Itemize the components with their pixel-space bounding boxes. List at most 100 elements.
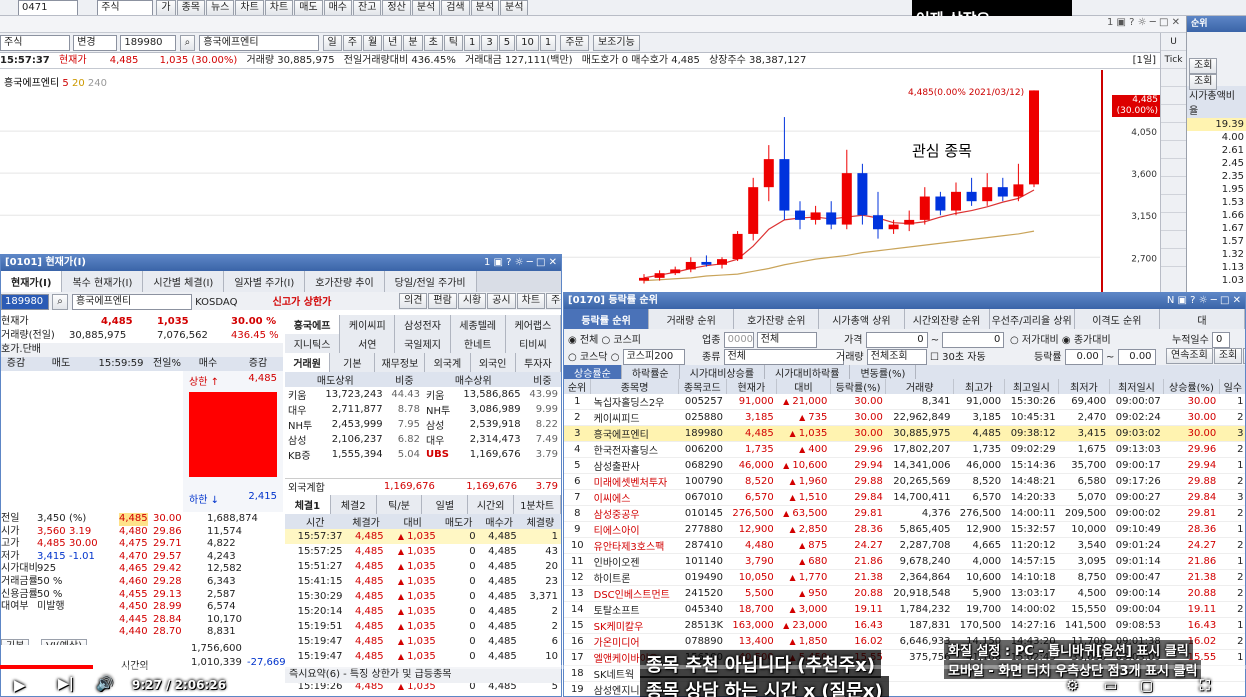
radio-kospi200[interactable]: ○ — [611, 352, 623, 363]
tool-rail-icon[interactable] — [1161, 105, 1186, 123]
period-button[interactable]: 월 — [362, 35, 383, 51]
left-tab[interactable]: 일자별 주가(I) — [224, 271, 306, 292]
rank-row[interactable]: 9 티에스아이 277880 12,900 ▲ 2,850 28.36 5,865,405 12… — [564, 522, 1245, 538]
rank-tab[interactable]: 이격도 순위 — [1074, 309, 1160, 329]
exec-row[interactable]: 15:20:14 4,485 ▲ 1,035 0 4,485 2 — [285, 604, 561, 619]
broker-stock-tab[interactable]: 국일제지 — [395, 334, 451, 353]
broker-stock-tab[interactable]: 흥국에프 — [285, 315, 341, 334]
price-from[interactable]: 0 — [865, 332, 928, 348]
broker-stock-tab[interactable]: 삼성전자 — [395, 315, 451, 334]
rank-row[interactable]: 5 삼성출판사 068290 46,000 ▲ 10,600 29.94 14,341,006… — [564, 458, 1245, 474]
tool-rail-icon[interactable] — [1161, 177, 1186, 195]
exec-tab[interactable]: 시간외 — [468, 495, 515, 514]
rank-tab[interactable]: 시가총액 상위 — [819, 309, 905, 329]
tool-rail-icon[interactable] — [1161, 195, 1186, 213]
rank-row[interactable]: 13 DSC인베스트먼트 241520 5,500 ▲ 950 20.88 20,918,54… — [564, 586, 1245, 602]
bid-row[interactable]: 거래금률 50 % 4,460 29.28 6,343 — [1, 576, 283, 589]
left-action-button[interactable]: 시황 — [457, 293, 487, 309]
tool-rail-icon[interactable]: U — [1161, 33, 1186, 51]
left-action-button[interactable]: 차트 — [516, 293, 546, 309]
broker-row[interactable]: KB증 1,555,394 5.04 UBS 1,169,676 3.79 — [285, 447, 561, 462]
tool-rail-icon[interactable] — [1161, 159, 1186, 177]
kospi200-select[interactable]: 코스피200 — [622, 349, 685, 365]
radio-low[interactable]: ○ — [1010, 335, 1019, 346]
rank-row[interactable]: 15 SK케미칼우 28513K 163,000 ▲ 23,000 16.43 187,831… — [564, 618, 1245, 634]
exec-row[interactable]: 15:41:15 4,485 ▲ 1,035 0 4,485 23 — [285, 574, 561, 589]
broker-stock-tab[interactable]: 서연 — [340, 334, 396, 353]
period-button[interactable]: 10 — [516, 35, 539, 51]
radio-kosdaq[interactable]: ○ — [568, 352, 580, 363]
period-button[interactable]: 1 — [463, 35, 481, 51]
rank-row[interactable]: 10 유안타제3호스팩 287410 4,480 ▲ 875 24.27 2,287,708 4… — [564, 538, 1245, 554]
top-button[interactable]: 분석 — [500, 0, 529, 15]
broker-stock-tab[interactable]: 케어랩스 — [505, 315, 561, 334]
settings-icon[interactable]: ⚙ — [1066, 678, 1079, 694]
bid-row[interactable]: 4,440 28.70 8,831 — [1, 626, 283, 639]
rank-row[interactable]: 7 이씨에스 067010 6,570 ▲ 1,510 29.84 14,700,411 6,5… — [564, 490, 1245, 506]
radio-close[interactable]: ◉ — [1062, 335, 1071, 346]
top-button[interactable]: 매수 — [323, 0, 353, 15]
rank-tab[interactable]: 시간외잔량 순위 — [904, 309, 990, 329]
search-icon[interactable]: ⌕ — [179, 35, 196, 51]
period-button[interactable]: 분 — [403, 35, 423, 51]
radio-kospi[interactable]: ○ — [602, 335, 614, 346]
rank-subtab[interactable]: 상승률순 — [564, 365, 622, 380]
rank-row[interactable]: 8 삼성중공우 010145 276,500 ▲ 63,500 29.81 4,376 276,… — [564, 506, 1245, 522]
exec-tab[interactable]: 체결2 — [330, 495, 377, 514]
query-button[interactable]: 조회 — [1213, 348, 1243, 364]
sector-code[interactable]: 0000 — [723, 332, 754, 348]
sector-value[interactable]: 전체 — [756, 332, 817, 348]
broker-tab[interactable]: 거래원 — [285, 353, 331, 372]
window-controls-icon[interactable]: 1 ▣ ? ☼ ─ □ ✕ — [1107, 17, 1180, 28]
left-action-button[interactable]: 주문 — [546, 293, 561, 309]
radio-all[interactable]: ◉ — [568, 335, 580, 346]
rate-to[interactable]: 0.00 — [1117, 349, 1156, 365]
kind-select[interactable]: 전체 — [723, 349, 844, 365]
screen-code-input[interactable]: 0471 — [18, 0, 78, 15]
rank-row[interactable]: 12 하이트론 019490 10,050 ▲ 1,770 21.38 2,364,864 10… — [564, 570, 1245, 586]
bid-row[interactable]: 고가 4,485 30.00 4,475 29.71 4,822 — [1, 538, 283, 551]
tool-rail-icon[interactable] — [1161, 249, 1186, 267]
top-button[interactable]: 분석 — [411, 0, 441, 15]
period-button[interactable]: 틱 — [443, 35, 463, 51]
right-query-button-1[interactable]: 조회 — [1189, 58, 1218, 74]
exec-tab[interactable]: 1분차트 — [514, 495, 561, 514]
bid-row[interactable]: 신용금률 50 % 4,455 29.13 2,587 — [1, 589, 283, 602]
code-input[interactable]: 189980 — [120, 35, 177, 51]
stock-name-field[interactable]: 흥국에프엔티 — [199, 35, 320, 51]
rank-row[interactable]: 11 인바이오젠 101140 3,790 ▲ 680 21.86 9,678,240 4,00… — [564, 554, 1245, 570]
rank-subtab[interactable]: 하락률순 — [622, 365, 680, 380]
broker-stock-tab[interactable]: 티비씨 — [505, 334, 561, 353]
tool-rail-icon[interactable] — [1161, 87, 1186, 105]
menu-select[interactable]: 주식 — [97, 0, 154, 15]
rank-tab[interactable]: 우선주/괴리율 상위 — [989, 309, 1075, 329]
continuous-query-button[interactable]: 연속조회 — [1166, 348, 1213, 364]
left-code-input[interactable]: 189980 — [1, 294, 49, 310]
aux-button[interactable]: 보조기능 — [592, 35, 640, 51]
next-icon[interactable]: ▶| — [58, 676, 74, 692]
volume-select[interactable]: 전체조회 — [866, 349, 927, 365]
rank-row[interactable]: 2 케이씨피드 025880 3,185 ▲ 735 30.00 22,962,849 3,18… — [564, 410, 1245, 426]
period-button[interactable]: 년 — [383, 35, 403, 51]
broker-row[interactable]: 삼성 2,106,237 6.82 대우 2,314,473 7.49 — [285, 432, 561, 447]
top-button[interactable]: 뉴스 — [205, 0, 235, 15]
broker-row[interactable]: NH투 2,453,999 7.95 삼성 2,539,918 8.22 — [285, 417, 561, 432]
top-button[interactable]: 차트 — [235, 0, 264, 15]
period-button[interactable]: 3 — [481, 35, 498, 51]
bid-row[interactable]: 전일 3,450 (%) 4,485 30.00 1,688,874 — [1, 513, 283, 526]
left-action-button[interactable]: 의견 — [399, 293, 428, 309]
period-button[interactable]: 초 — [423, 35, 443, 51]
top-button[interactable]: 정산 — [382, 0, 411, 15]
bid-row[interactable]: 시가대비 925 4,465 29.42 12,582 — [1, 563, 283, 576]
fullscreen-icon[interactable]: ⛶ — [1200, 678, 1210, 694]
bid-row[interactable]: 시가 3,560 3.19 4,480 29.86 11,574 — [1, 526, 283, 539]
theater-icon[interactable]: ▢ — [1140, 678, 1153, 694]
period-button[interactable]: 주 — [342, 35, 362, 51]
rank-tab[interactable]: 거래량 순위 — [649, 309, 735, 329]
rank-subtab[interactable]: 변동률(%) — [850, 365, 917, 380]
period-button[interactable]: 1 — [539, 35, 557, 51]
broker-stock-tab[interactable]: 지니틱스 — [285, 334, 341, 353]
tool-rail-icon[interactable] — [1161, 231, 1186, 249]
rank-row[interactable]: 3 흥국에프엔티 189980 4,485 ▲ 1,035 30.00 30,885,975 4… — [564, 425, 1245, 442]
tool-rail-icon[interactable] — [1161, 123, 1186, 141]
